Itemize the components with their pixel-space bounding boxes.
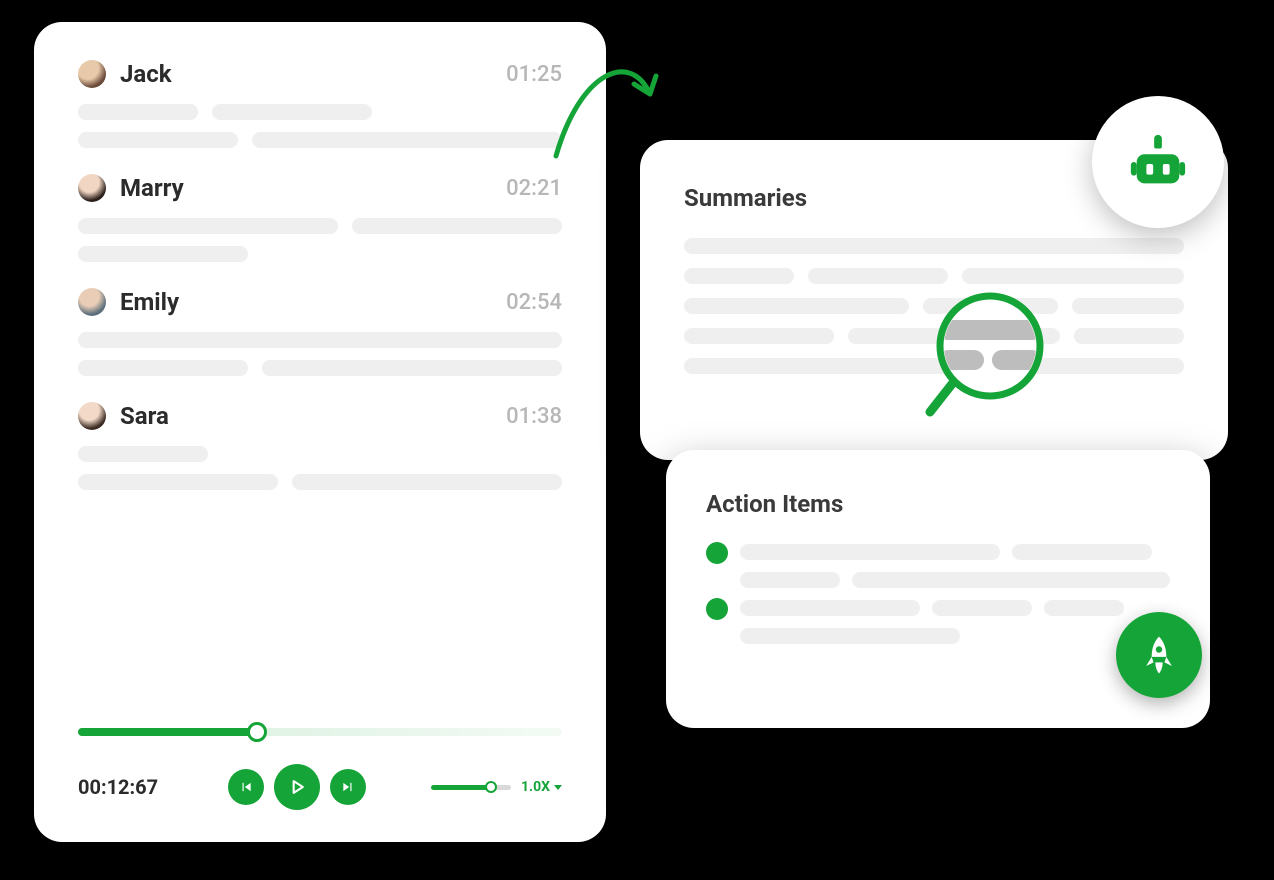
speaker-name: Marry	[120, 174, 506, 202]
avatar	[78, 402, 106, 430]
speed-label[interactable]: 1.0X	[521, 779, 562, 795]
speed-control[interactable]: 1.0X	[431, 779, 562, 795]
speed-slider[interactable]	[431, 785, 511, 790]
speaker-block-jack: Jack 01:25	[78, 60, 562, 148]
skip-forward-button[interactable]	[330, 769, 366, 805]
progress-fill	[78, 728, 257, 736]
speaker-name: Sara	[120, 402, 506, 430]
audio-player: 00:12:67 1.0X	[78, 708, 562, 810]
speaker-timestamp: 02:54	[506, 290, 562, 315]
action-item	[706, 544, 1170, 588]
skip-back-button[interactable]	[228, 769, 264, 805]
speaker-name: Emily	[120, 288, 506, 316]
speaker-timestamp: 02:21	[506, 176, 562, 201]
speed-handle[interactable]	[485, 781, 497, 793]
action-item	[706, 600, 1170, 644]
ai-assistant-badge[interactable]	[1092, 96, 1224, 228]
speaker-block-emily: Emily 02:54	[78, 288, 562, 376]
elapsed-time: 00:12:67	[78, 775, 228, 799]
action-items-title: Action Items	[706, 490, 1170, 518]
avatar	[78, 288, 106, 316]
speaker-name: Jack	[120, 60, 506, 88]
progress-track[interactable]	[78, 728, 562, 736]
speaker-header: Jack 01:25	[78, 60, 562, 88]
magnifier-icon	[924, 290, 1044, 420]
bullet-icon	[706, 598, 728, 620]
speed-value: 1.0X	[521, 779, 550, 795]
action-items-panel: Action Items	[666, 450, 1210, 728]
rocket-icon	[1137, 633, 1181, 677]
player-controls	[228, 764, 366, 810]
speaker-block-sara: Sara 01:38	[78, 402, 562, 490]
speaker-block-marry: Marry 02:21	[78, 174, 562, 262]
bullet-icon	[706, 542, 728, 564]
launch-badge[interactable]	[1116, 612, 1202, 698]
robot-icon	[1127, 131, 1189, 193]
speaker-header: Sara 01:38	[78, 402, 562, 430]
play-button[interactable]	[274, 764, 320, 810]
avatar	[78, 174, 106, 202]
avatar	[78, 60, 106, 88]
chevron-down-icon	[554, 785, 562, 790]
progress-handle[interactable]	[247, 722, 267, 742]
speaker-header: Emily 02:54	[78, 288, 562, 316]
speaker-timestamp: 01:38	[506, 404, 562, 429]
transcript-list: Jack 01:25 Marry 02:21 Emily 02:54	[78, 60, 562, 708]
speaker-header: Marry 02:21	[78, 174, 562, 202]
